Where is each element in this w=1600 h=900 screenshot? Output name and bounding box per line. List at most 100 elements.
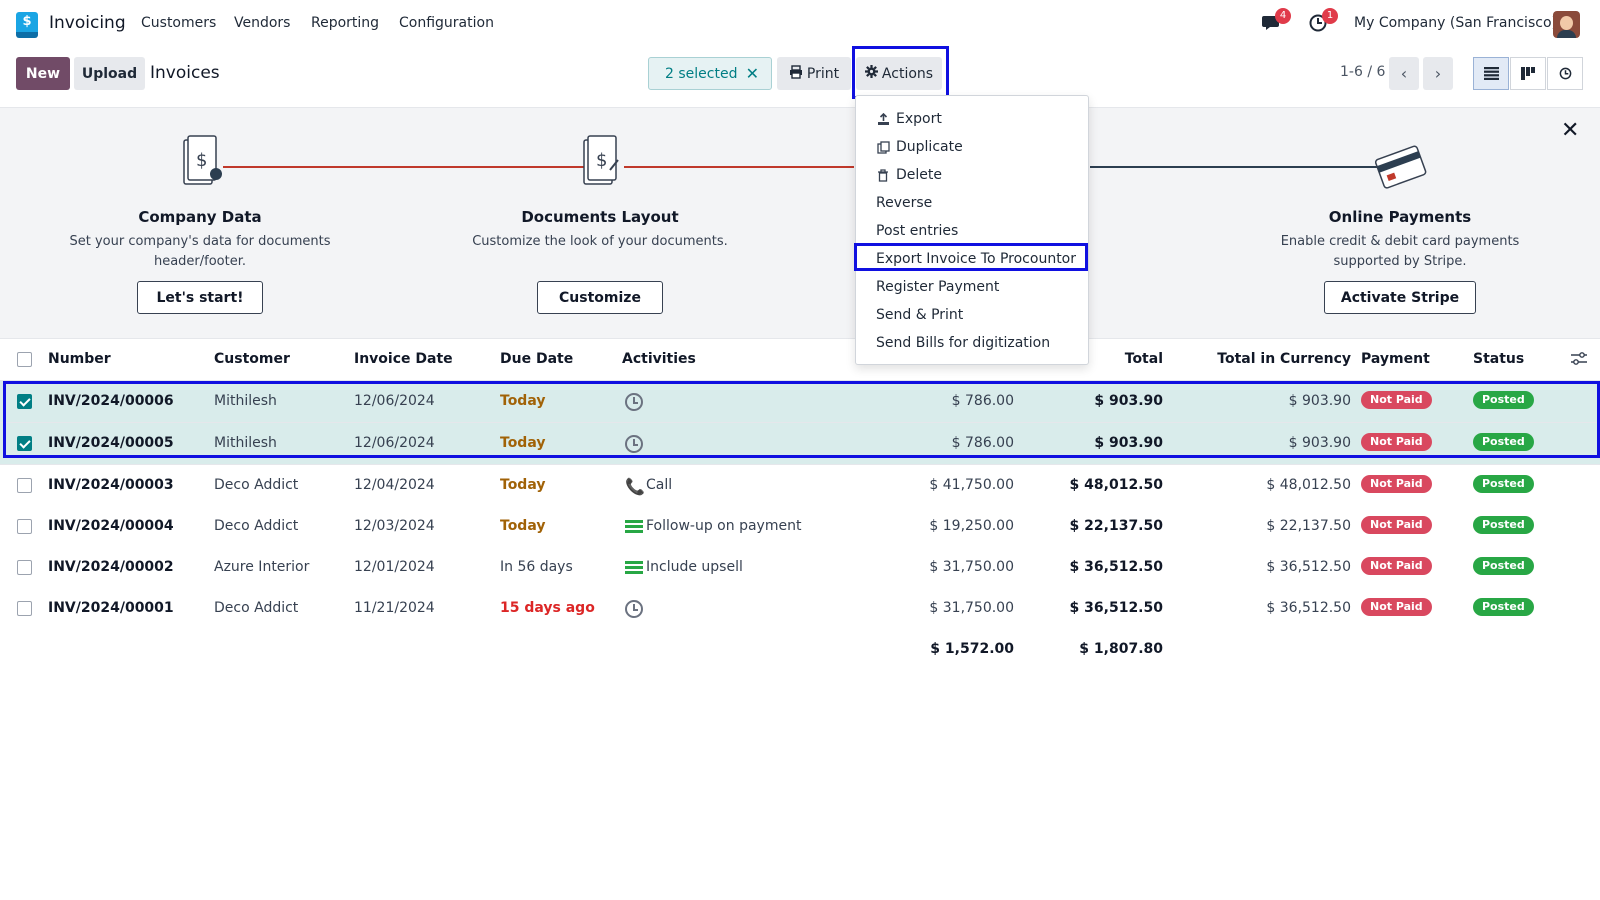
table-row[interactable]: INV/2024/00004 Deco Addict 12/03/2024 To… xyxy=(0,506,1600,548)
select-all-checkbox[interactable] xyxy=(17,352,32,367)
activity-clock-icon[interactable] xyxy=(625,600,643,618)
close-banner-icon[interactable]: ✕ xyxy=(1561,118,1579,143)
activity-clock-icon[interactable] xyxy=(625,393,643,411)
company-switcher[interactable]: My Company (San Francisco) xyxy=(1354,15,1557,31)
menu-item-register-payment[interactable]: Register Payment xyxy=(876,276,999,298)
step-desc-line: Enable credit & debit card payments xyxy=(1280,234,1520,249)
row-checkbox[interactable] xyxy=(17,478,32,493)
pager-previous-icon[interactable]: ‹ xyxy=(1389,57,1419,90)
status-badge: Posted xyxy=(1473,391,1534,409)
column-header-number[interactable]: Number xyxy=(48,351,111,367)
upsell-icon[interactable] xyxy=(625,561,643,575)
table-header: Number Customer Invoice Date Due Date Ac… xyxy=(0,339,1600,381)
customer-name: Mithilesh xyxy=(214,435,277,451)
phone-icon[interactable]: 📞 xyxy=(625,477,645,496)
activity-label[interactable]: Include upsell xyxy=(646,559,743,575)
print-button[interactable]: Print xyxy=(777,57,851,90)
invoice-number: INV/2024/00006 xyxy=(48,393,174,409)
row-checkbox[interactable] xyxy=(17,394,32,409)
menu-item-duplicate[interactable]: Duplicate xyxy=(876,136,963,158)
invoicing-app-icon[interactable]: $ xyxy=(16,12,38,38)
menu-customers[interactable]: Customers xyxy=(141,15,216,31)
activity-clock-icon[interactable]: 1 xyxy=(1309,8,1338,32)
pager-value[interactable]: 1-6 / 6 xyxy=(1340,64,1385,80)
due-date: Today xyxy=(500,435,546,451)
column-header-invoice-date[interactable]: Invoice Date xyxy=(354,351,453,367)
customize-button[interactable]: Customize xyxy=(537,281,663,314)
row-checkbox[interactable] xyxy=(17,601,32,616)
table-row[interactable]: INV/2024/00003 Deco Addict 12/04/2024 To… xyxy=(0,465,1600,507)
untaxed-amount: $ 41,750.00 xyxy=(929,477,1014,493)
step-title-company-data: Company Data xyxy=(138,208,262,226)
column-header-total-in-currency[interactable]: Total in Currency xyxy=(1200,351,1351,367)
menu-item-send-print[interactable]: Send & Print xyxy=(876,304,963,326)
copy-icon xyxy=(876,140,890,154)
row-checkbox[interactable] xyxy=(17,436,32,451)
menu-item-send-bills-digitization[interactable]: Send Bills for digitization xyxy=(876,332,1050,354)
step-desc-line: Customize the look of your documents. xyxy=(472,234,728,249)
activity-label[interactable]: Follow-up on payment xyxy=(646,518,801,534)
app-name[interactable]: Invoicing xyxy=(49,13,126,33)
print-label: Print xyxy=(806,65,840,82)
untaxed-amount: $ 31,750.00 xyxy=(929,600,1014,616)
kanban-view-icon[interactable] xyxy=(1510,57,1546,90)
untaxed-amount: $ 786.00 xyxy=(951,435,1014,451)
menu-item-delete[interactable]: Delete xyxy=(876,164,942,186)
column-header-status[interactable]: Status xyxy=(1473,351,1524,367)
customer-name: Deco Addict xyxy=(214,518,299,534)
total-amount: $ 36,512.50 xyxy=(1069,600,1163,616)
upload-button[interactable]: Upload xyxy=(74,57,145,90)
table-row[interactable]: INV/2024/00005 Mithilesh 12/06/2024 Toda… xyxy=(0,423,1600,465)
table-row[interactable]: INV/2024/00002 Azure Interior 12/01/2024… xyxy=(0,547,1600,589)
payment-status-badge: Not Paid xyxy=(1361,475,1432,493)
menu-reporting[interactable]: Reporting xyxy=(311,15,379,31)
menu-item-reverse[interactable]: Reverse xyxy=(876,192,932,214)
invoice-date: 12/03/2024 xyxy=(354,518,435,534)
column-header-customer[interactable]: Customer xyxy=(214,351,290,367)
untaxed-amount: $ 786.00 xyxy=(951,393,1014,409)
invoice-number: INV/2024/00004 xyxy=(48,518,174,534)
chat-badge: 4 xyxy=(1275,8,1291,24)
untaxed-amount: $ 31,750.00 xyxy=(929,559,1014,575)
invoice-date: 11/21/2024 xyxy=(354,600,435,616)
menu-vendors[interactable]: Vendors xyxy=(234,15,290,31)
table-row[interactable]: INV/2024/00001 Deco Addict 11/21/2024 15… xyxy=(0,588,1600,630)
actions-dropdown-menu: Export Duplicate Delete Reverse Post ent… xyxy=(855,95,1089,365)
row-checkbox[interactable] xyxy=(17,519,32,534)
column-header-activities[interactable]: Activities xyxy=(622,351,696,367)
column-header-due-date[interactable]: Due Date xyxy=(500,351,573,367)
svg-text:$: $ xyxy=(596,150,607,171)
activity-label[interactable]: Call xyxy=(646,477,672,493)
total-amount: $ 36,512.50 xyxy=(1069,559,1163,575)
table-row[interactable]: INV/2024/00006 Mithilesh 12/06/2024 Toda… xyxy=(0,381,1600,423)
menu-item-export[interactable]: Export xyxy=(876,108,942,130)
due-date: Today xyxy=(500,518,546,534)
activity-clock-icon[interactable] xyxy=(625,435,643,453)
step-desc-line: Set your company's data for documents xyxy=(69,234,331,249)
customer-name: Mithilesh xyxy=(214,393,277,409)
status-badge: Posted xyxy=(1473,598,1534,616)
row-checkbox[interactable] xyxy=(17,560,32,575)
follow-up-icon[interactable] xyxy=(625,520,643,534)
optional-columns-icon[interactable] xyxy=(1571,352,1587,370)
user-avatar[interactable] xyxy=(1553,11,1580,38)
pager-next-icon[interactable]: › xyxy=(1423,57,1453,90)
list-view-icon[interactable] xyxy=(1473,57,1509,90)
invoice-date: 12/04/2024 xyxy=(354,477,435,493)
onboarding-banner: $ Company Data Set your company's data f… xyxy=(0,107,1600,339)
progress-line-3 xyxy=(1090,166,1380,168)
invoice-number: INV/2024/00003 xyxy=(48,477,174,493)
menu-item-post-entries[interactable]: Post entries xyxy=(876,220,958,242)
chat-icon[interactable]: 4 xyxy=(1262,8,1291,32)
activate-stripe-button[interactable]: Activate Stripe xyxy=(1324,281,1476,314)
clear-selection-icon[interactable]: ✕ xyxy=(746,64,759,83)
new-button[interactable]: New xyxy=(16,57,70,90)
activity-badge: 1 xyxy=(1322,8,1338,24)
step-desc-line: header/footer. xyxy=(153,254,247,269)
step-desc-company-data: Set your company's data for documents he… xyxy=(50,232,350,272)
lets-start-button[interactable]: Let's start! xyxy=(137,281,263,314)
menu-configuration[interactable]: Configuration xyxy=(399,15,494,31)
activity-view-icon[interactable] xyxy=(1547,57,1583,90)
column-header-payment[interactable]: Payment xyxy=(1361,351,1430,367)
actions-highlight-box xyxy=(852,46,949,99)
